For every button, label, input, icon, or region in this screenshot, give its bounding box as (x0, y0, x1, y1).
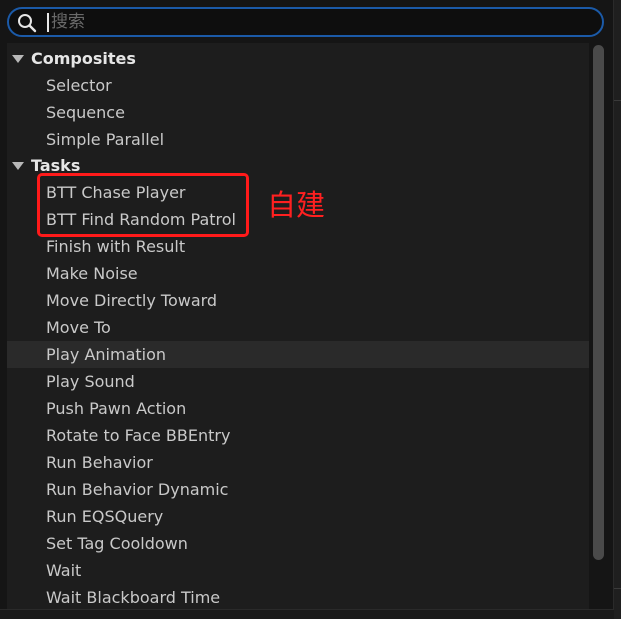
search-icon (18, 14, 37, 33)
list-item-rotate-to-face-bbentry[interactable]: Rotate to Face BBEntry (7, 422, 589, 449)
search-input[interactable] (51, 9, 591, 35)
list-item-run-behavior-dynamic[interactable]: Run Behavior Dynamic (7, 476, 589, 503)
list-item-label: Move Directly Toward (46, 291, 218, 310)
node-picker-panel: Composites Selector Sequence Simple Para… (0, 0, 614, 610)
list-item-move-directly-toward[interactable]: Move Directly Toward (7, 287, 589, 314)
list-item-label: Selector (46, 76, 112, 95)
list-item-label: Rotate to Face BBEntry (46, 426, 231, 445)
list-item-sequence[interactable]: Sequence (7, 99, 589, 126)
divider (614, 588, 621, 589)
list-item-run-eqsquery[interactable]: Run EQSQuery (7, 503, 589, 530)
list-item-run-behavior[interactable]: Run Behavior (7, 449, 589, 476)
list-item-label: Run EQSQuery (46, 507, 164, 526)
list-item-label: Make Noise (46, 264, 138, 283)
list-item-label: Push Pawn Action (46, 399, 187, 418)
list-item-label: Sequence (46, 103, 125, 122)
list-item-label: Run Behavior (46, 453, 153, 472)
annotation-label: 自建 (267, 188, 326, 222)
list-item-finish-with-result[interactable]: Finish with Result (7, 233, 589, 260)
list-item-wait[interactable]: Wait (7, 557, 589, 584)
category-composites[interactable]: Composites (7, 45, 589, 72)
list-item-play-sound[interactable]: Play Sound (7, 368, 589, 395)
list-item-push-pawn-action[interactable]: Push Pawn Action (7, 395, 589, 422)
list-item-label: Play Animation (46, 345, 167, 364)
list-item-simple-parallel[interactable]: Simple Parallel (7, 126, 589, 153)
expand-triangle-icon[interactable] (12, 55, 24, 63)
list-item-label: Simple Parallel (46, 130, 165, 149)
search-box[interactable] (7, 7, 604, 37)
text-caret (47, 13, 49, 32)
category-label: Composites (31, 49, 136, 68)
list-item-label: Finish with Result (46, 237, 186, 256)
expand-triangle-icon[interactable] (12, 162, 24, 170)
list-item-move-to[interactable]: Move To (7, 314, 589, 341)
scrollbar-thumb[interactable] (593, 45, 604, 560)
list-item-label: Set Tag Cooldown (46, 534, 188, 553)
annotation-highlight-box (37, 173, 249, 237)
list-item-label: Play Sound (46, 372, 135, 391)
list-item-wait-blackboard-time[interactable]: Wait Blackboard Time (7, 584, 589, 609)
list-item-make-noise[interactable]: Make Noise (7, 260, 589, 287)
list-item-set-tag-cooldown[interactable]: Set Tag Cooldown (7, 530, 589, 557)
background-panel-edge (614, 0, 621, 619)
list-item-label: Wait (46, 561, 82, 580)
list-item-play-animation[interactable]: Play Animation (7, 341, 589, 368)
list-item-label: Run Behavior Dynamic (46, 480, 229, 499)
list-item-label: Wait Blackboard Time (46, 588, 221, 607)
divider (614, 100, 621, 101)
node-list: Composites Selector Sequence Simple Para… (7, 43, 589, 609)
list-item-selector[interactable]: Selector (7, 72, 589, 99)
list-item-label: Move To (46, 318, 111, 337)
